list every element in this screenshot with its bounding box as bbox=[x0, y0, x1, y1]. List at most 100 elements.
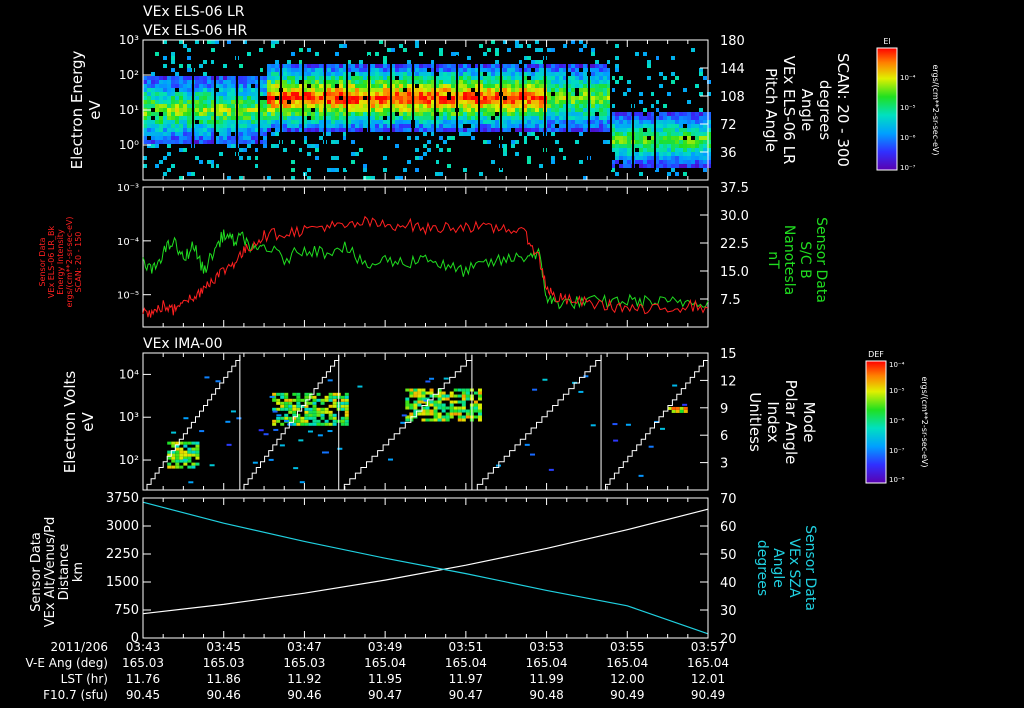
heatmap-cell bbox=[699, 140, 703, 144]
heatmap-cell bbox=[143, 120, 147, 124]
heatmap-cell bbox=[167, 120, 171, 124]
heatmap-cell bbox=[291, 92, 295, 96]
heatmap-cell bbox=[433, 412, 438, 416]
heatmap-cell bbox=[511, 80, 515, 84]
heatmap-cell bbox=[359, 60, 363, 64]
y-tick-label: 10⁻³ bbox=[117, 183, 139, 194]
time-axis-labels: 03:43 03:45 03:47 03:49 03:51 03:53 03:55 03:57 bbox=[126, 640, 726, 654]
heatmap-cell bbox=[395, 128, 399, 132]
heatmap-cell bbox=[327, 76, 331, 80]
heatmap-cell bbox=[307, 108, 311, 112]
heatmap-cell bbox=[375, 64, 379, 68]
heatmap-cell bbox=[423, 92, 427, 96]
heatmap-cell bbox=[451, 124, 455, 128]
heatmap-cell bbox=[695, 128, 699, 132]
heatmap-cell bbox=[179, 176, 183, 180]
heatmap-cell bbox=[535, 112, 539, 116]
heatmap-cell bbox=[659, 116, 663, 120]
heatmap-cell bbox=[483, 84, 487, 88]
heatmap-cell bbox=[344, 422, 349, 426]
heatmap-cell bbox=[271, 112, 275, 116]
heatmap-cell bbox=[179, 104, 183, 108]
heatmap-cell bbox=[461, 397, 466, 401]
heatmap-cell bbox=[639, 144, 643, 148]
heatmap-cell bbox=[319, 100, 323, 104]
heatmap-cell bbox=[535, 72, 539, 76]
heatmap-cell bbox=[539, 72, 543, 76]
heatmap-cell bbox=[327, 379, 333, 382]
heatmap-cell bbox=[555, 112, 559, 116]
heatmap-cell bbox=[231, 80, 235, 84]
heatmap-cell bbox=[227, 76, 231, 80]
heatmap-cell bbox=[195, 156, 199, 160]
heatmap-cell bbox=[447, 68, 451, 72]
heatmap-cell bbox=[275, 144, 279, 148]
heatmap-cell bbox=[155, 84, 159, 88]
ephemeris-value: 90.46 bbox=[287, 688, 321, 702]
heatmap-cell bbox=[199, 80, 203, 84]
heatmap-cell bbox=[571, 64, 575, 68]
heatmap-cell bbox=[595, 108, 599, 112]
heatmap-cell bbox=[359, 120, 363, 124]
heatmap-cell bbox=[599, 68, 603, 72]
heatmap-cell bbox=[251, 132, 255, 136]
heatmap-cell bbox=[495, 76, 499, 80]
heatmap-cell bbox=[147, 128, 151, 132]
heatmap-cell bbox=[227, 124, 231, 128]
heatmap-cell bbox=[267, 80, 271, 84]
heatmap-cell bbox=[603, 112, 607, 116]
heatmap-cell bbox=[155, 112, 159, 116]
heatmap-cell bbox=[595, 96, 599, 100]
heatmap-cell bbox=[445, 412, 450, 416]
heatmap-cell bbox=[331, 168, 335, 172]
heatmap-cell bbox=[423, 124, 427, 128]
heatmap-cell bbox=[591, 124, 595, 128]
heatmap-cell bbox=[363, 92, 367, 96]
heatmap-cell bbox=[211, 40, 215, 44]
heatmap-cell bbox=[239, 108, 243, 112]
heatmap-cell bbox=[579, 100, 583, 104]
heatmap-cell bbox=[163, 136, 167, 140]
heatmap-cell bbox=[239, 96, 243, 100]
heatmap-cell bbox=[183, 120, 187, 124]
heatmap-cell bbox=[441, 409, 446, 413]
heatmap-cell bbox=[679, 140, 683, 144]
heatmap-cell bbox=[403, 100, 407, 104]
heatmap-cell bbox=[223, 104, 227, 108]
heatmap-cell bbox=[703, 76, 707, 80]
heatmap-cell bbox=[471, 104, 475, 108]
heatmap-cell bbox=[187, 80, 191, 84]
heatmap-cell bbox=[647, 112, 651, 116]
ima-right-label-1: Mode bbox=[800, 402, 818, 443]
heatmap-cell bbox=[175, 96, 179, 100]
heatmap-cell bbox=[291, 112, 295, 116]
heatmap-cell bbox=[375, 88, 379, 92]
heatmap-cell bbox=[491, 104, 495, 108]
heatmap-cell bbox=[675, 132, 679, 136]
heatmap-cell bbox=[263, 132, 267, 136]
heatmap-cell bbox=[451, 72, 455, 76]
heatmap-cell bbox=[663, 152, 667, 156]
heatmap-cell bbox=[199, 132, 203, 136]
heatmap-cell bbox=[623, 148, 627, 152]
heatmap-cell bbox=[263, 112, 267, 116]
heatmap-cell bbox=[457, 418, 462, 422]
heatmap-cell bbox=[363, 84, 367, 88]
heatmap-cell bbox=[427, 124, 431, 128]
heatmap-cell bbox=[659, 128, 663, 132]
heatmap-cell bbox=[175, 124, 179, 128]
heatmap-cell bbox=[591, 76, 595, 80]
heatmap-cell bbox=[315, 112, 319, 116]
heatmap-cell bbox=[288, 404, 293, 408]
heatmap-cell bbox=[151, 76, 155, 80]
heatmap-cell bbox=[272, 410, 278, 413]
y-tick-right-label: 15 bbox=[720, 347, 737, 362]
heatmap-cell bbox=[295, 96, 299, 100]
heatmap-cell bbox=[483, 104, 487, 108]
heatmap-cell bbox=[307, 100, 311, 104]
heatmap-cell bbox=[339, 108, 343, 112]
heatmap-cell bbox=[615, 64, 619, 68]
heatmap-cell bbox=[151, 100, 155, 104]
heatmap-cell bbox=[491, 68, 495, 72]
heatmap-cell bbox=[363, 168, 367, 172]
